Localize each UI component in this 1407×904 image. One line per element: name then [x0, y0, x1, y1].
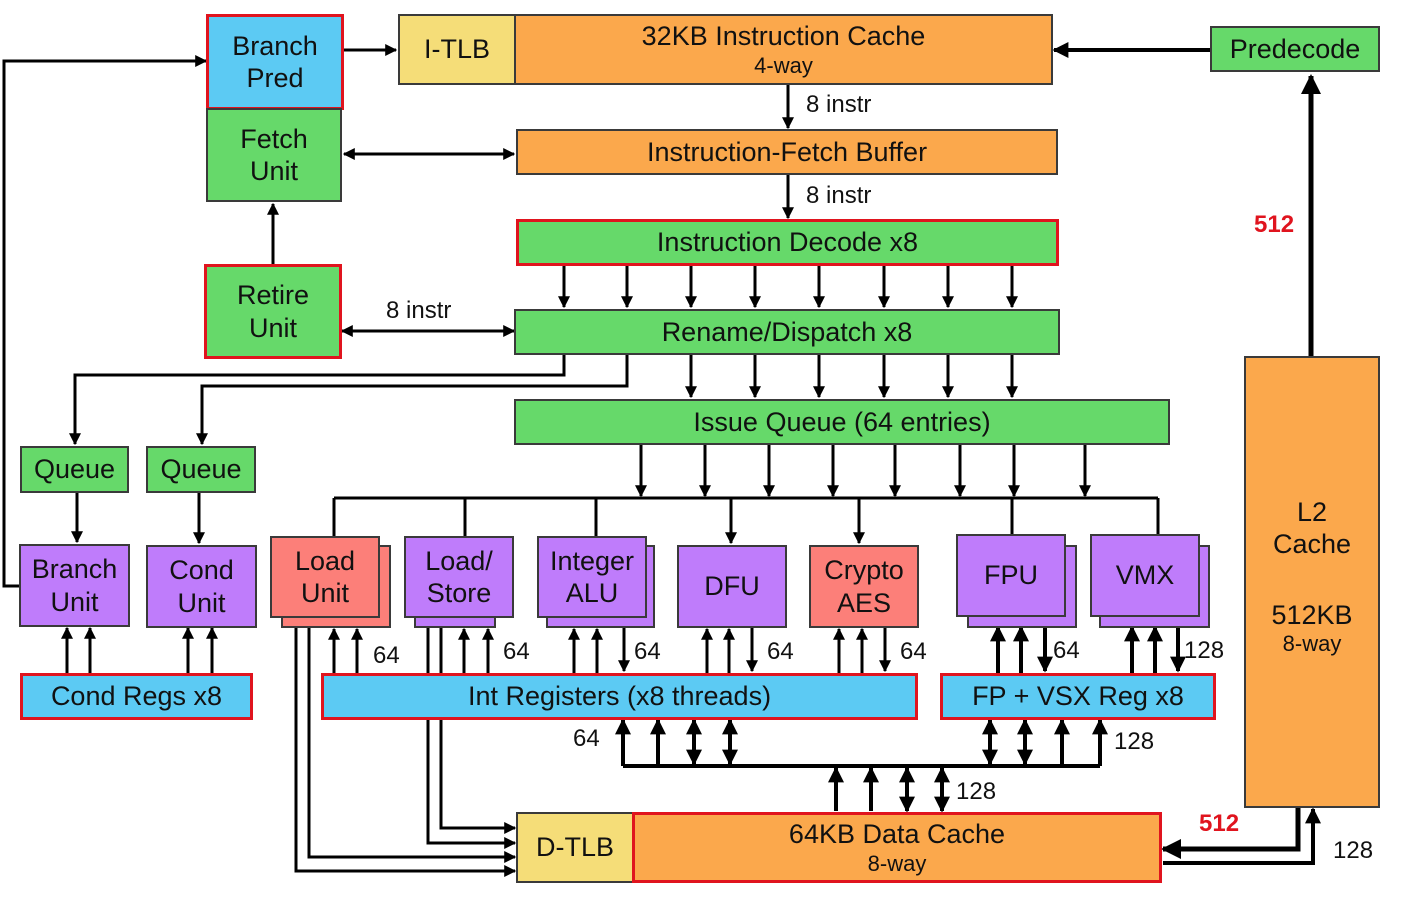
l2-title: L2 Cache	[1272, 497, 1352, 560]
dfu-label: DFU	[704, 571, 760, 602]
issue-queue-label: Issue Queue (64 entries)	[693, 406, 991, 437]
label-fpu-width: 64	[1053, 637, 1080, 664]
dcache-block: 64KB Data Cache 8-way	[632, 812, 1162, 883]
wire-branch-feedback	[2, 55, 208, 588]
int-registers-label: Int Registers (x8 threads)	[467, 681, 772, 712]
fetch-unit-label: Fetch Unit	[240, 123, 308, 186]
rename-dispatch-label: Rename/Dispatch x8	[661, 316, 913, 347]
decode-label: Instruction Decode x8	[656, 227, 919, 258]
branch-pred-label: Branch Pred	[232, 30, 318, 93]
decode-block: Instruction Decode x8	[516, 219, 1059, 266]
load-unit-block: Load Unit	[270, 536, 380, 618]
fetch-buffer-label: Instruction-Fetch Buffer	[646, 136, 928, 167]
l2-sub: 8-way	[1282, 631, 1342, 657]
label-load-store-width: 64	[503, 638, 530, 665]
issue-queue-block: Issue Queue (64 entries)	[514, 399, 1170, 445]
label-dcache-bus: 128	[956, 778, 997, 805]
branch-queue-label: Queue	[33, 454, 116, 485]
fpu-label: FPU	[984, 560, 1038, 591]
icache-title: 32KB Instruction Cache	[641, 21, 926, 52]
cond-queue-label: Queue	[160, 454, 242, 485]
branch-unit-label: Branch Unit	[31, 554, 118, 617]
crypto-label: Crypto AES	[824, 555, 904, 618]
icache-sub: 4-way	[754, 52, 813, 78]
label-int-alu-width: 64	[634, 638, 661, 665]
label-load-unit-width: 64	[373, 642, 400, 669]
label-dcache-l2: 128	[1333, 837, 1374, 864]
label-l2-dcache: 512	[1199, 810, 1240, 837]
vmx-label: VMX	[1115, 560, 1175, 591]
label-icache-buffer: 8 instr	[806, 91, 872, 118]
fp-vsx-registers-block: FP + VSX Reg x8	[940, 673, 1216, 720]
int-registers-block: Int Registers (x8 threads)	[321, 673, 918, 720]
fetch-buffer-block: Instruction-Fetch Buffer	[516, 129, 1058, 175]
l2-size: 512KB	[1271, 599, 1353, 630]
vmx-block: VMX	[1090, 534, 1200, 617]
load-store-block: Load/ Store	[404, 536, 514, 618]
load-store-label: Load/ Store	[425, 545, 493, 608]
cond-unit-label: Cond Unit	[169, 555, 234, 618]
predecode-block: Predecode	[1210, 26, 1380, 72]
dtlb-block: D-TLB	[516, 812, 634, 883]
l2-cache-block: L2 Cache 512KB 8-way	[1244, 356, 1380, 808]
predecode-label: Predecode	[1229, 33, 1361, 64]
dcache-title: 64KB Data Cache	[788, 819, 1006, 850]
branch-queue-block: Queue	[20, 446, 129, 493]
dcache-sub: 8-way	[867, 850, 927, 876]
fetch-unit-block: Fetch Unit	[206, 108, 342, 202]
integer-alu-block: Integer ALU	[537, 536, 647, 618]
cond-unit-block: Cond Unit	[146, 545, 257, 628]
branch-unit-block: Branch Unit	[19, 544, 130, 627]
label-buffer-decode: 8 instr	[806, 182, 872, 209]
crypto-block: Crypto AES	[809, 545, 919, 628]
fp-vsx-registers-label: FP + VSX Reg x8	[972, 681, 1184, 712]
wire-rename-branch-queue	[69, 355, 566, 446]
cond-queue-block: Queue	[146, 446, 256, 493]
integer-alu-label: Integer ALU	[549, 545, 635, 608]
label-retire-rename: 8 instr	[386, 297, 452, 324]
retire-unit-label: Retire Unit	[236, 280, 310, 343]
label-vmx-width: 128	[1184, 637, 1225, 664]
rename-dispatch-block: Rename/Dispatch x8	[514, 309, 1060, 355]
label-dfu-width: 64	[767, 638, 794, 665]
branch-pred-block: Branch Pred	[206, 14, 344, 110]
load-unit-label: Load Unit	[294, 545, 356, 608]
dfu-block: DFU	[677, 545, 787, 628]
cond-regs-block: Cond Regs x8	[20, 673, 253, 720]
fpu-block: FPU	[956, 534, 1066, 617]
label-crypto-width: 64	[900, 638, 927, 665]
itlb-label: I-TLB	[423, 34, 490, 65]
label-int-regs-bus: 64	[573, 725, 600, 752]
dtlb-label: D-TLB	[535, 832, 614, 863]
retire-unit-block: Retire Unit	[204, 264, 342, 359]
label-fp-regs-bus: 128	[1114, 728, 1155, 755]
itlb-block: I-TLB	[398, 14, 516, 85]
icache-block: 32KB Instruction Cache 4-way	[514, 14, 1053, 85]
cond-regs-label: Cond Regs x8	[50, 681, 223, 712]
label-l2-predecode: 512	[1254, 211, 1295, 238]
